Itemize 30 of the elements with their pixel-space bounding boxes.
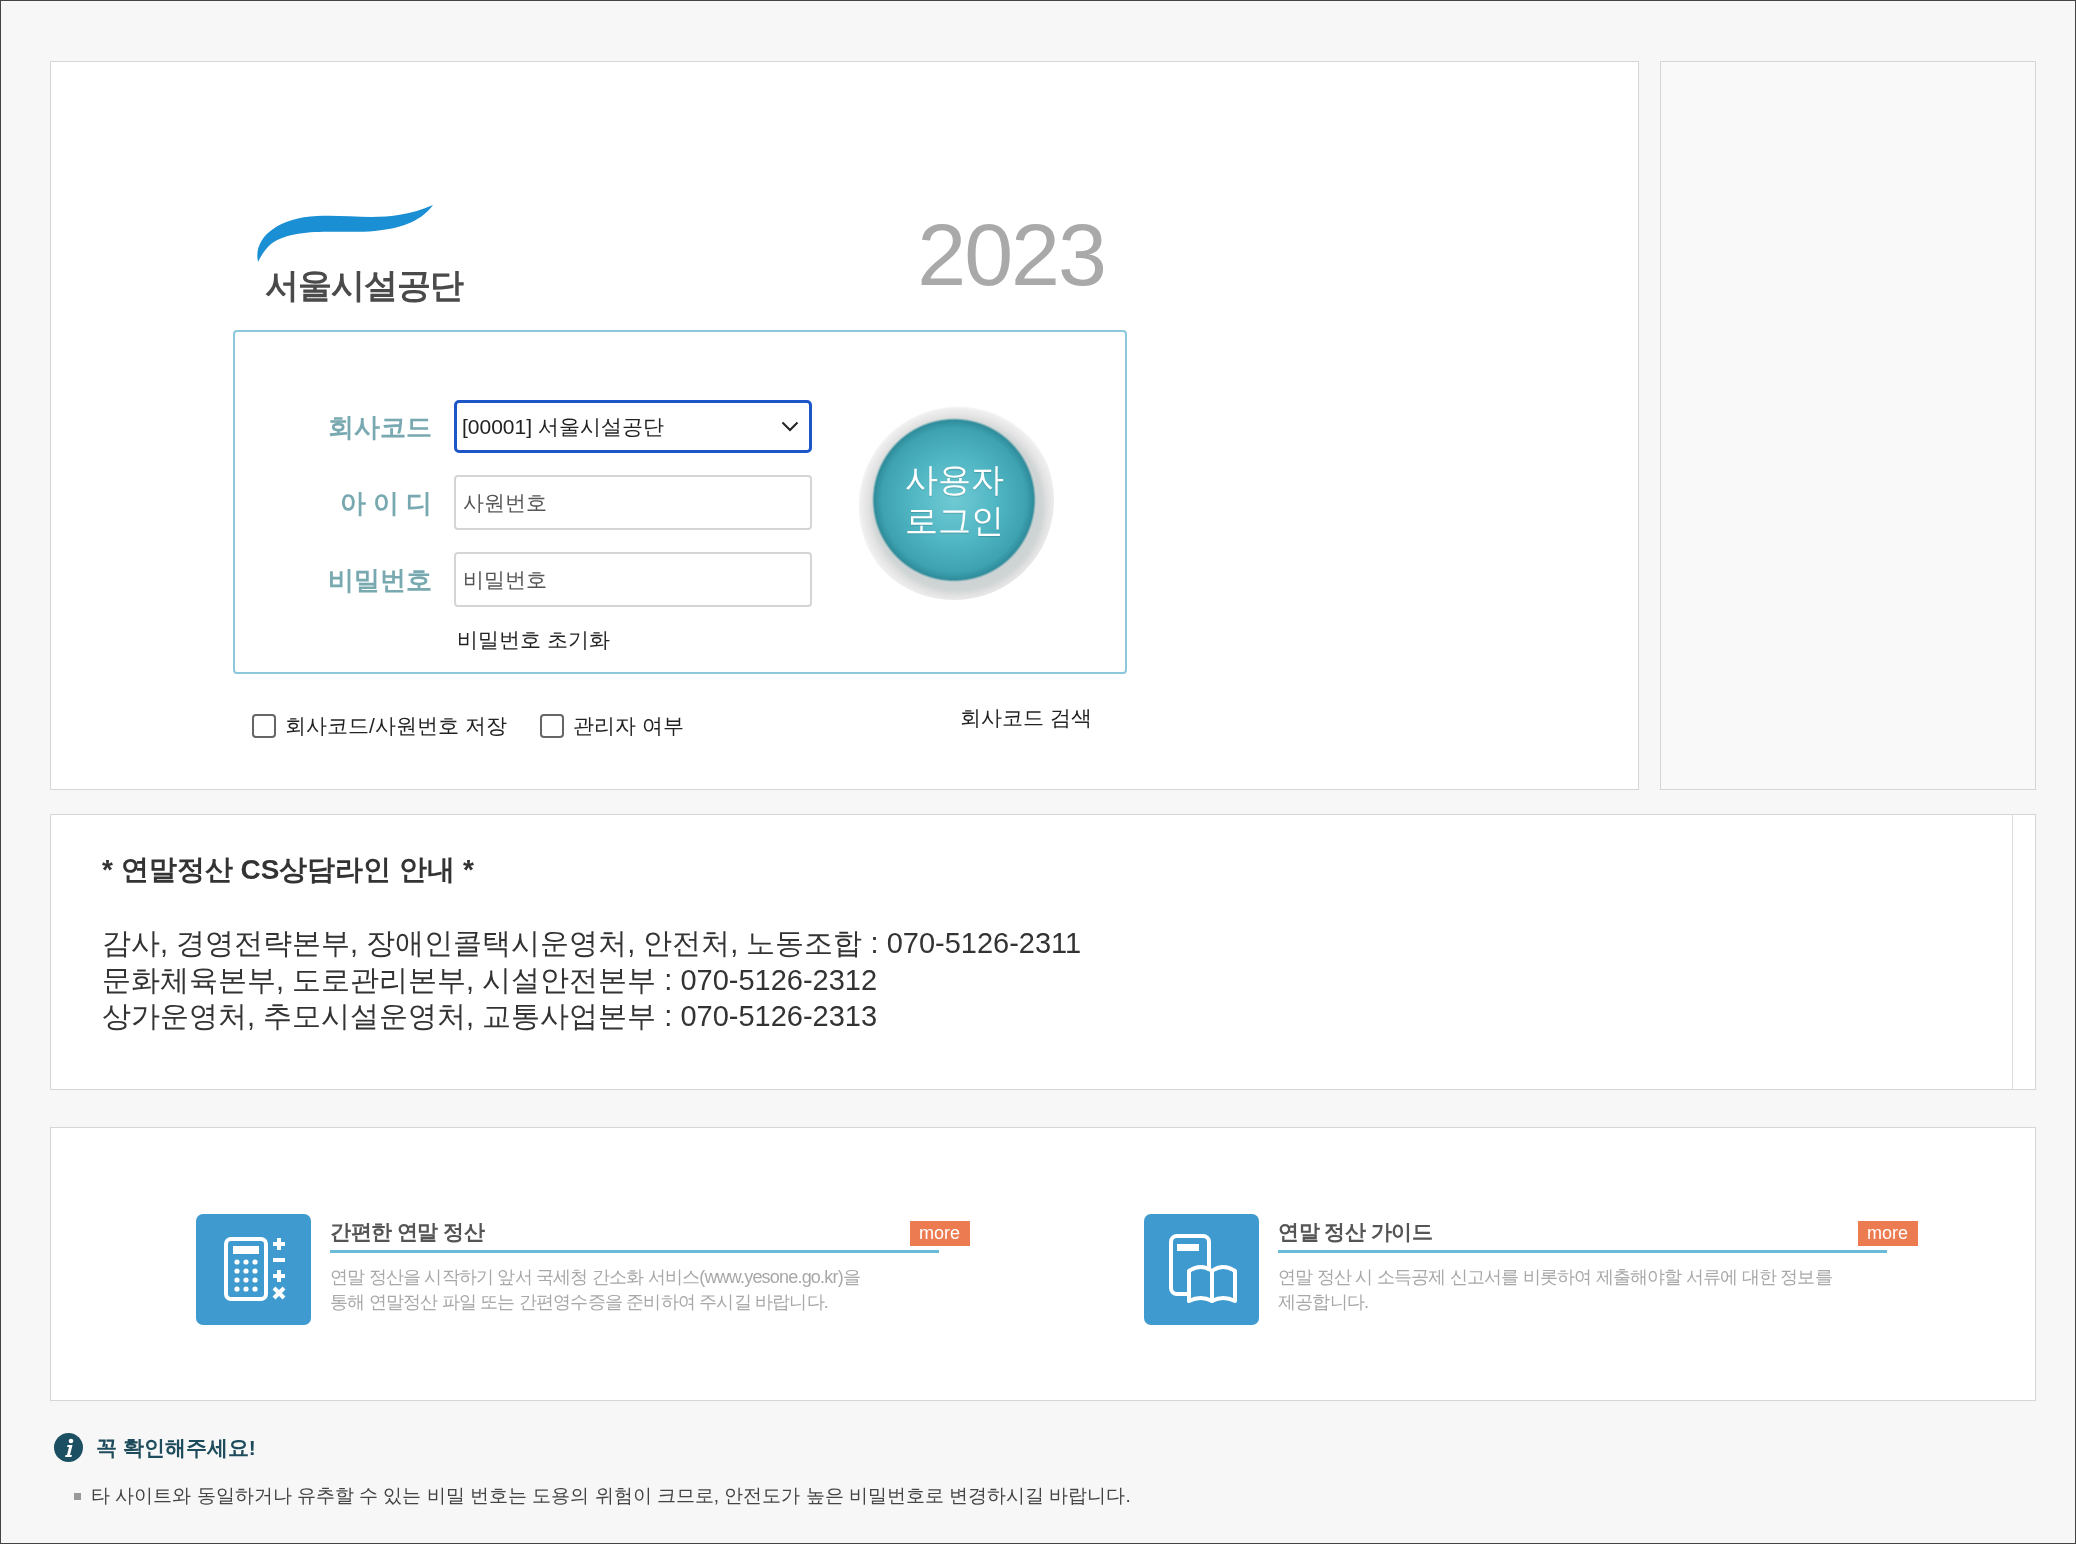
field-label: 아 이 디 [339, 486, 432, 519]
password-input-field[interactable]: 비밀번호 [454, 552, 812, 607]
checkbox-label[interactable]: 회사코드/사원번호 저장 [285, 712, 507, 740]
logo-wave-icon [255, 205, 435, 263]
checkbox-label[interactable]: 관리자 여부 [572, 712, 684, 740]
guide-title[interactable]: 연말 정산 가이드 [1278, 1218, 1433, 1246]
year-heading: 2023 [917, 211, 1105, 299]
logo-text: 서울시설공단 [264, 265, 463, 306]
info-icon [54, 1433, 83, 1462]
chevron-down-icon [781, 421, 799, 432]
square-bullet-icon [74, 1492, 81, 1500]
company-code-search-link[interactable]: 회사코드 검색 [960, 704, 1092, 732]
id-input-field[interactable]: 사원번호 [454, 475, 812, 530]
password-reset-link[interactable]: 비밀번호 초기화 [454, 626, 610, 654]
calculator-icon[interactable] [196, 1214, 311, 1325]
book-icon[interactable] [1144, 1214, 1259, 1325]
guide-title[interactable]: 간편한 연말 정산 [330, 1218, 485, 1246]
cs-contact-line: 상가운영처, 추모시설운영처, 교통사업본부 : 070-5126-2313 [102, 999, 879, 1034]
notice-text: 타 사이트와 동일하거나 유추할 수 있는 비밀 번호는 도용의 위험이 크므로, 안전도가 높은 비밀번호로 변경하시길 바랍니다. [91, 1484, 1131, 1508]
cs-contact-line: 문화체육본부, 도로관리본부, 시설안전본부 : 070-5126-2312 [102, 962, 879, 998]
notice-title: 꼭 확인해주세요! [96, 1434, 256, 1461]
guide-description: 연말 정산 시 소득공제 신고서를 비롯하여 제출해야할 서류에 대한 정보를 제공합니다. [1278, 1266, 1833, 1314]
field-label: 비밀번호 [328, 563, 432, 596]
checkbox[interactable] [539, 714, 564, 738]
field-label: 회사코드 [328, 410, 432, 443]
checkbox[interactable] [252, 714, 276, 738]
cs-contact-line: 감사, 경영전략본부, 장애인콜택시운영처, 안전처, 노동조합 : 070-5126-2311 [102, 926, 1083, 961]
cs-notice-title: * 연말정산 CS상담라인 안내 * [102, 853, 475, 887]
guide-description: 연말 정산을 시작하기 앞서 국세청 간소화 서비스(www.yesone.go.kr)을 통해 연말정산 파일 또는 간편영수증을 준비하여 주시길 바랍니다. [330, 1266, 862, 1314]
company-code-select[interactable]: [00001] 서울시설공단 [454, 400, 812, 453]
